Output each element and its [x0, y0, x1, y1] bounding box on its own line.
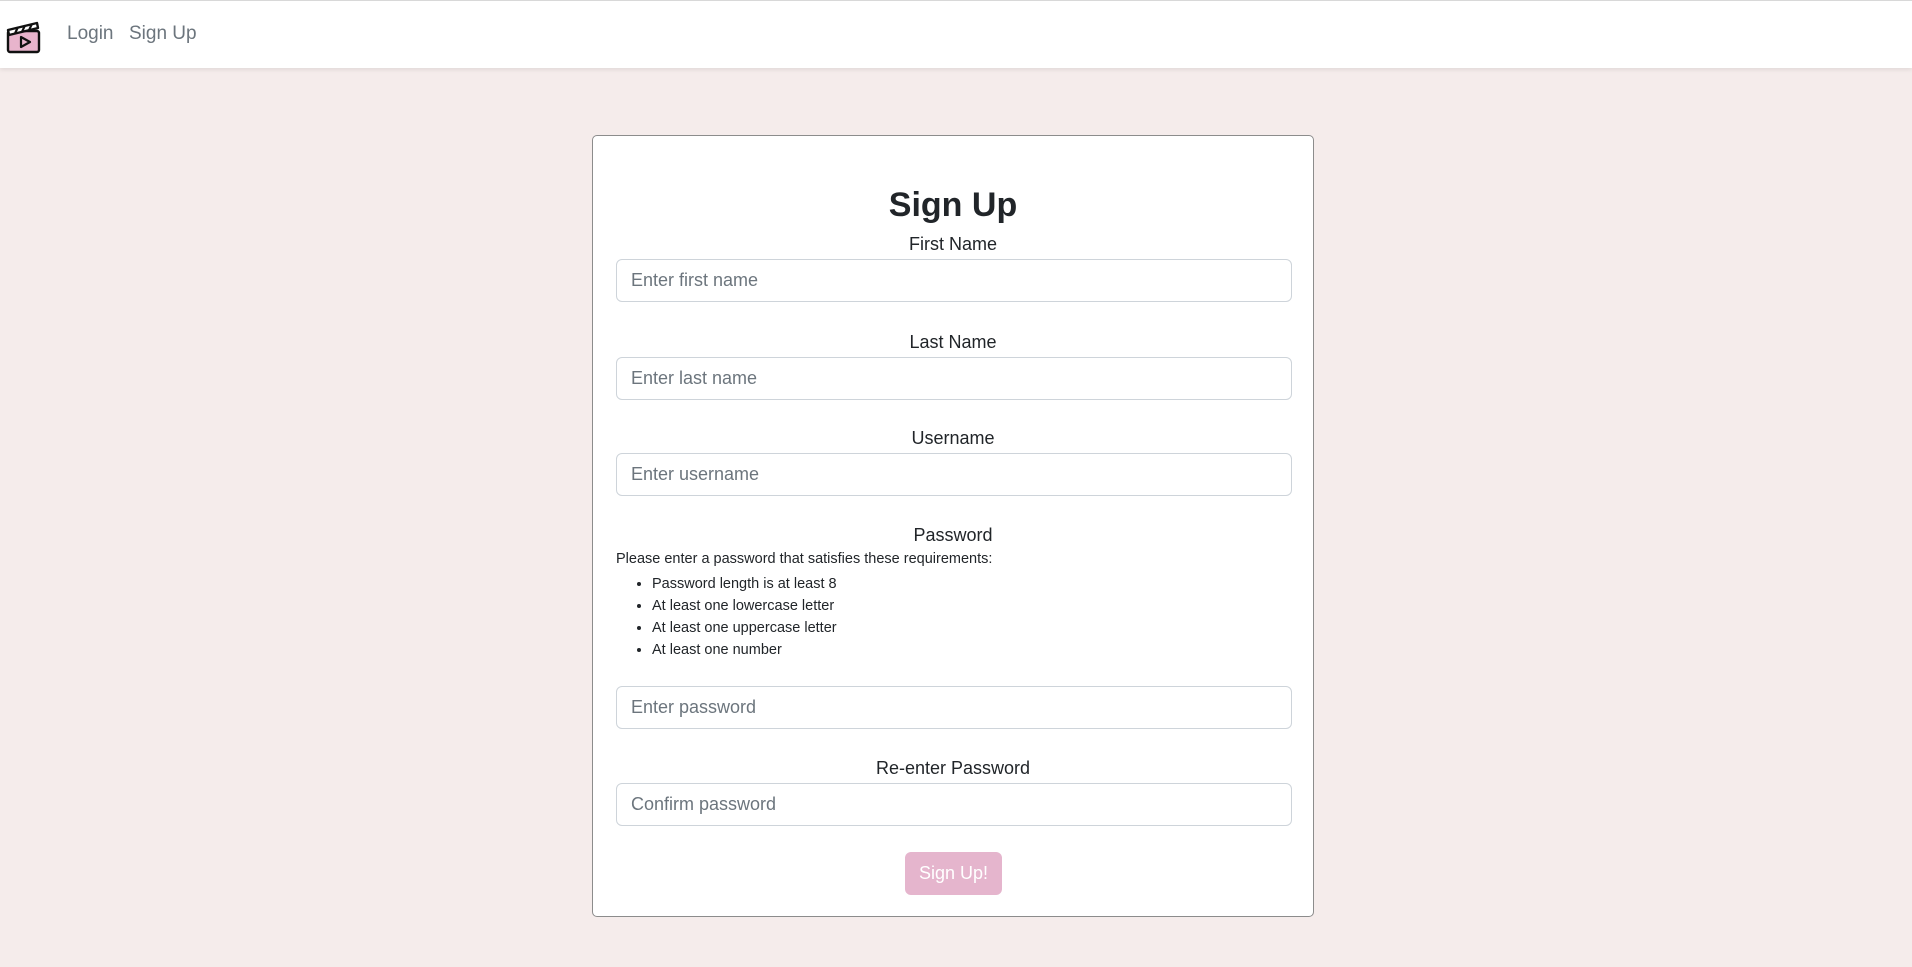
password-requirements-list: Password length is at least 8 At least o… [652, 573, 837, 661]
confirm-password-label: Re-enter Password [875, 758, 1031, 778]
page-title: Sign Up [888, 186, 1018, 224]
nav-login-link[interactable]: Login [67, 23, 114, 45]
last-name-input[interactable] [616, 357, 1292, 400]
confirm-password-input[interactable] [616, 783, 1292, 826]
signup-submit-button[interactable]: Sign Up! [905, 852, 1002, 895]
first-name-input[interactable] [616, 259, 1292, 302]
password-label: Password [913, 525, 993, 545]
top-navbar: Login Sign Up [0, 0, 1912, 68]
list-item: At least one uppercase letter [652, 617, 837, 639]
first-name-label: First Name [908, 234, 997, 254]
list-item: At least one lowercase letter [652, 595, 837, 617]
username-input[interactable] [616, 453, 1292, 496]
nav-signup-link[interactable]: Sign Up [129, 23, 197, 45]
list-item: At least one number [652, 639, 837, 661]
username-label: Username [911, 428, 995, 448]
password-input[interactable] [616, 686, 1292, 729]
password-requirements-intro: Please enter a password that satisfies t… [616, 551, 993, 567]
clapperboard-icon[interactable] [6, 18, 42, 54]
signup-card: Sign Up First Name Last Name Username Pa… [592, 135, 1314, 917]
last-name-label: Last Name [909, 332, 997, 352]
list-item: Password length is at least 8 [652, 573, 837, 595]
